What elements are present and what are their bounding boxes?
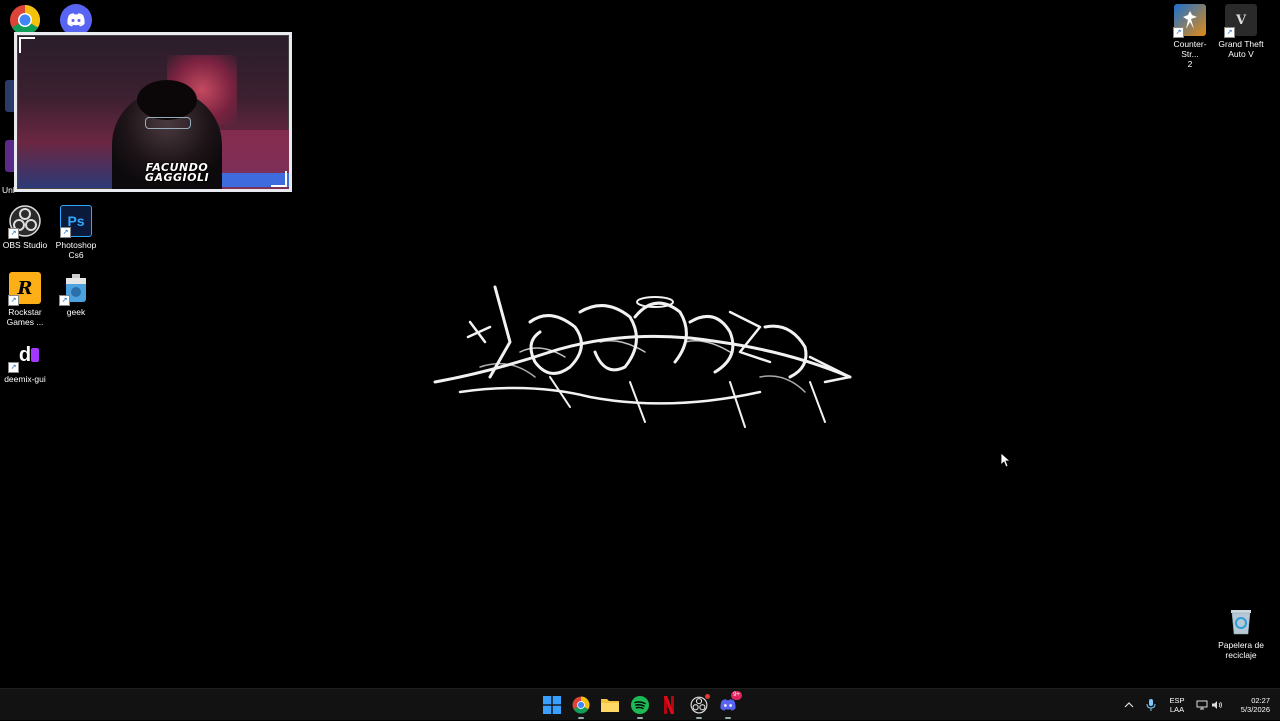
shortcut-arrow-icon: ↗ — [59, 295, 70, 306]
desktop-icon-rockstar[interactable]: R ↗ Rockstar Games ... — [0, 272, 50, 327]
network-icon — [1196, 700, 1208, 710]
recording-indicator — [705, 694, 710, 699]
chrome-icon — [572, 696, 590, 714]
icon-label: Rockstar Games ... — [6, 307, 44, 327]
icon-label: Photoshop Cs6 — [55, 240, 97, 260]
shortcut-arrow-icon: ↗ — [60, 227, 71, 238]
frame-corner — [19, 37, 35, 53]
language-line1: ESP — [1169, 696, 1185, 705]
shortcut-arrow-icon: ↗ — [8, 362, 19, 373]
running-indicator — [725, 717, 731, 719]
deemix-glyph: d — [18, 343, 32, 366]
webcam-overlay: FACUNDO GAGGIOLI — [14, 32, 292, 192]
webcam-hair — [137, 80, 197, 120]
desktop-icon-deemix[interactable]: d ↗ deemix-gui — [0, 339, 50, 385]
clock-time: 02:27 — [1251, 696, 1270, 705]
taskbar-spotify[interactable] — [629, 694, 651, 719]
icon-label: deemix-gui — [4, 374, 46, 384]
windows-start-icon — [543, 696, 561, 714]
taskbar-file-explorer[interactable] — [599, 694, 621, 716]
streamer-name-line2: GAGGIOLI — [144, 171, 210, 184]
graffiti-wallpaper-art — [433, 285, 852, 428]
spotify-icon — [631, 696, 649, 714]
folder-icon — [601, 699, 619, 712]
webcam-glasses — [145, 117, 191, 129]
desktop-icon-geek[interactable]: ↗ geek — [51, 272, 101, 317]
icon-label: Papelera de reciclaje — [1218, 640, 1264, 660]
rockstar-glyph: R — [17, 277, 33, 299]
notification-badge: 9+ — [731, 691, 742, 700]
icon-label: Grand Theft Auto V — [1218, 39, 1264, 59]
desktop[interactable]: Unl ↗ OBS Studio Ps ↗ Photoshop Cs6 R ↗ … — [0, 0, 1280, 688]
discord-icon — [720, 699, 736, 711]
taskbar-netflix[interactable] — [658, 694, 680, 716]
counter-strike-icon: ↗ — [1173, 4, 1206, 38]
microphone-button[interactable] — [1146, 689, 1156, 721]
taskbar-discord[interactable]: 9+ — [717, 691, 742, 719]
taskbar-chrome[interactable] — [570, 694, 592, 719]
geek-icon: ↗ — [59, 272, 92, 306]
obs-icon: ↗ — [8, 205, 41, 239]
desktop-icon-counter-strike[interactable]: ↗ Counter-Str... 2 — [1165, 4, 1215, 69]
language-indicator[interactable]: ESP LAA — [1164, 689, 1190, 721]
mouse-cursor-icon — [1001, 453, 1011, 468]
clock[interactable]: 02:27 5/3/2026 — [1230, 689, 1270, 721]
start-button[interactable] — [541, 694, 563, 716]
icon-label: OBS Studio — [2, 240, 48, 250]
gta-icon: V ↗ — [1224, 4, 1257, 38]
taskbar-obs[interactable] — [688, 694, 710, 719]
deemix-icon: d ↗ — [8, 339, 41, 373]
shortcut-arrow-icon: ↗ — [8, 295, 19, 306]
running-indicator — [637, 717, 643, 719]
chevron-up-icon — [1124, 702, 1134, 708]
volume-button[interactable] — [1211, 689, 1223, 721]
microphone-icon — [1146, 699, 1156, 711]
language-line2: LAA — [1169, 705, 1185, 714]
network-button[interactable] — [1196, 689, 1208, 721]
netflix-icon — [664, 696, 674, 714]
desktop-icon-gta[interactable]: V ↗ Grand Theft Auto V — [1216, 4, 1266, 59]
running-indicator — [578, 717, 584, 719]
frame-corner — [271, 171, 287, 187]
speaker-icon — [1212, 701, 1222, 709]
icon-label: geek — [66, 307, 86, 317]
photoshop-icon: Ps ↗ — [60, 205, 92, 238]
shortcut-arrow-icon: ↗ — [1173, 27, 1184, 38]
partial-icon-label: Unl — [2, 185, 15, 195]
recycle-bin-icon — [1225, 605, 1257, 637]
icon-label: Counter-Str... 2 — [1173, 39, 1207, 69]
running-indicator — [696, 717, 702, 719]
show-hidden-icons-button[interactable] — [1124, 689, 1134, 721]
desktop-icon-photoshop[interactable]: Ps ↗ Photoshop Cs6 — [51, 205, 101, 260]
taskbar: 9+ ESP LAA 02:27 5/3/2026 — [0, 688, 1280, 720]
streamer-name-overlay: FACUNDO GAGGIOLI — [117, 162, 237, 184]
clock-date: 5/3/2026 — [1240, 705, 1270, 714]
desktop-icon-recycle-bin[interactable]: Papelera de reciclaje — [1216, 605, 1266, 660]
rockstar-icon: R ↗ — [8, 272, 41, 306]
shortcut-arrow-icon: ↗ — [8, 228, 19, 239]
desktop-icon-obs[interactable]: ↗ OBS Studio — [0, 205, 50, 250]
shortcut-arrow-icon: ↗ — [1224, 27, 1235, 38]
